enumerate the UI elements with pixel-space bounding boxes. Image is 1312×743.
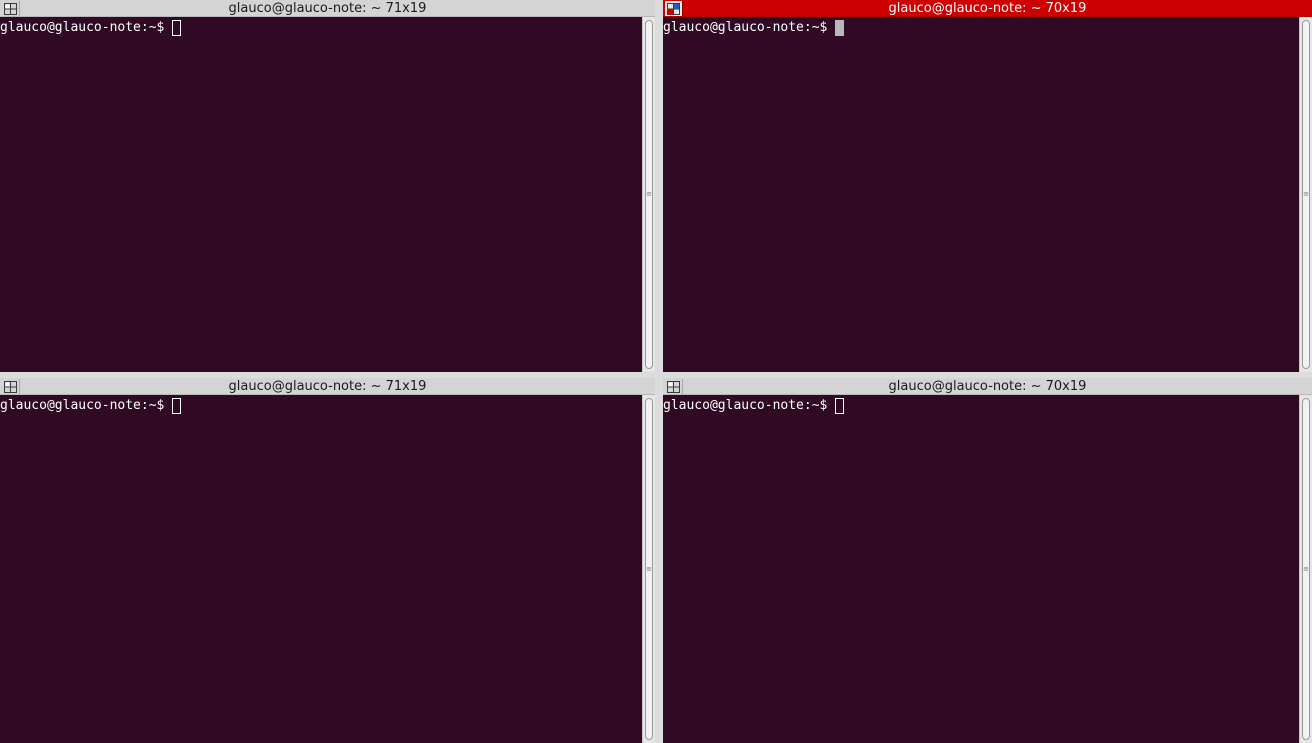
terminal-area[interactable]: glauco@glauco-note:~$ <box>663 17 1299 372</box>
terminal-pane-top-right[interactable]: glauco@glauco-note: ~ 70x19 glauco@glauc… <box>663 0 1312 372</box>
grip-icon: ≡ <box>646 564 652 573</box>
grid-icon[interactable] <box>2 379 20 394</box>
text-cursor <box>835 19 845 36</box>
prompt-text: glauco@glauco-note:~$ <box>663 20 836 35</box>
terminal-area[interactable]: glauco@glauco-note:~$ <box>0 395 642 743</box>
text-cursor <box>835 397 845 414</box>
terminal-line: glauco@glauco-note:~$ <box>663 19 845 36</box>
scrollbar-thumb[interactable]: ≡ <box>1302 398 1310 740</box>
prompt-text: glauco@glauco-note:~$ <box>663 398 836 413</box>
pane-title: glauco@glauco-note: ~ 71x19 <box>228 1 427 16</box>
scrollbar[interactable]: ≡ <box>1299 395 1312 743</box>
scrollbar[interactable]: ≡ <box>642 17 655 372</box>
terminal-pane-top-left[interactable]: glauco@glauco-note: ~ 71x19 glauco@glauc… <box>0 0 655 372</box>
scrollbar-thumb[interactable]: ≡ <box>1302 20 1310 369</box>
pane-titlebar[interactable]: glauco@glauco-note: ~ 70x19 <box>663 378 1312 395</box>
terminal-line: glauco@glauco-note:~$ <box>663 397 845 414</box>
terminal-line: glauco@glauco-note:~$ <box>0 19 182 36</box>
grip-icon: ≡ <box>646 190 652 198</box>
text-cursor <box>172 397 182 414</box>
pane-title: glauco@glauco-note: ~ 70x19 <box>888 379 1087 394</box>
terminal-pane-bottom-left[interactable]: glauco@glauco-note: ~ 71x19 glauco@glauc… <box>0 378 655 743</box>
terminal-line: glauco@glauco-note:~$ <box>0 397 182 414</box>
scrollbar-thumb[interactable]: ≡ <box>645 20 653 369</box>
terminal-pane-bottom-right[interactable]: glauco@glauco-note: ~ 70x19 glauco@glauc… <box>663 378 1312 743</box>
prompt-text: glauco@glauco-note:~$ <box>0 398 173 413</box>
grip-icon: ≡ <box>1303 190 1309 198</box>
scrollbar-thumb[interactable]: ≡ <box>645 398 653 740</box>
scrollbar[interactable]: ≡ <box>642 395 655 743</box>
grid-icon[interactable] <box>2 1 20 16</box>
text-cursor <box>172 19 182 36</box>
pane-title: glauco@glauco-note: ~ 70x19 <box>888 1 1087 16</box>
pane-titlebar[interactable]: glauco@glauco-note: ~ 71x19 <box>0 0 655 17</box>
terminal-area[interactable]: glauco@glauco-note:~$ <box>0 17 642 372</box>
scrollbar[interactable]: ≡ <box>1299 17 1312 372</box>
terminal-area[interactable]: glauco@glauco-note:~$ <box>663 395 1299 743</box>
prompt-text: glauco@glauco-note:~$ <box>0 20 173 35</box>
grid-icon[interactable] <box>665 379 683 394</box>
pane-titlebar[interactable]: glauco@glauco-note: ~ 71x19 <box>0 378 655 395</box>
pane-title: glauco@glauco-note: ~ 71x19 <box>228 379 427 394</box>
grid-icon[interactable] <box>665 1 683 16</box>
grip-icon: ≡ <box>1303 564 1309 573</box>
pane-titlebar[interactable]: glauco@glauco-note: ~ 70x19 <box>663 0 1312 17</box>
